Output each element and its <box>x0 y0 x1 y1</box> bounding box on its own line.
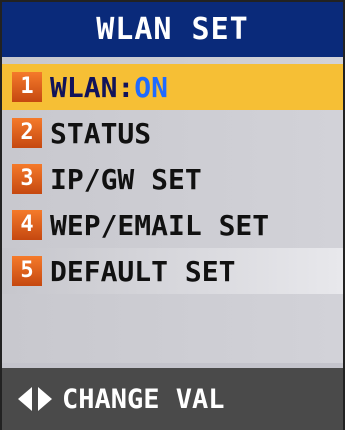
menu-item-label: WLAN: <box>50 70 135 104</box>
menu-item-default-set[interactable]: 5 DEFAULT SET <box>2 248 343 294</box>
menu-item-number: 2 <box>12 118 42 148</box>
menu-item-number: 1 <box>12 72 42 102</box>
page-title: WLAN SET <box>2 2 343 57</box>
menu-item-number: 3 <box>12 164 42 194</box>
menu-item-label: DEFAULT SET <box>50 254 236 288</box>
menu-item-number: 5 <box>12 256 42 286</box>
menu-item-wep-email-set[interactable]: 4 WEP/EMAIL SET <box>2 202 343 248</box>
menu-item-status[interactable]: 2 STATUS <box>2 110 343 156</box>
right-arrow-icon <box>38 387 52 411</box>
footer-hint-bar: CHANGE VAL <box>2 368 343 430</box>
footer-hint-label: CHANGE VAL <box>62 383 225 415</box>
wlan-status-value: ON <box>134 70 169 104</box>
menu-item-wlan[interactable]: 1 WLAN: ON <box>2 64 343 110</box>
menu-item-label: STATUS <box>50 116 152 150</box>
navigation-arrows <box>18 387 52 411</box>
menu-item-label: WEP/EMAIL SET <box>50 208 270 242</box>
device-screen: WLAN SET 1 WLAN: ON 2 STATUS 3 IP/GW SET… <box>0 0 345 430</box>
menu-list: 1 WLAN: ON 2 STATUS 3 IP/GW SET 4 WEP/EM… <box>2 57 343 363</box>
menu-item-ip-gw-set[interactable]: 3 IP/GW SET <box>2 156 343 202</box>
left-arrow-icon <box>18 387 32 411</box>
menu-item-label: IP/GW SET <box>50 162 202 196</box>
menu-item-number: 4 <box>12 210 42 240</box>
